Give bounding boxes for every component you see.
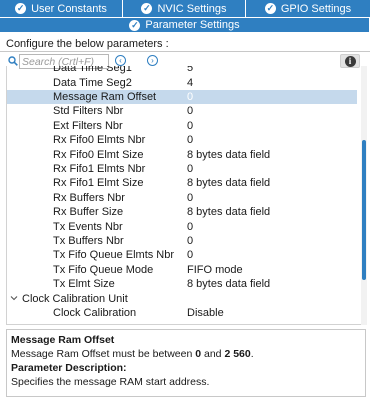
tab-gpio-settings[interactable]: ✓ GPIO Settings — [246, 0, 370, 17]
tab-label: Parameter Settings — [145, 19, 240, 31]
chevron-down-icon[interactable] — [10, 294, 18, 302]
parameter-value[interactable]: 5 — [187, 66, 193, 74]
parameter-value[interactable]: 8 bytes data field — [187, 177, 270, 189]
parameter-value[interactable]: 0 — [187, 91, 193, 103]
chevron-left-icon: ‹ — [119, 55, 122, 65]
tab-bar: ✓ User Constants ✓ NVIC Settings ✓ GPIO … — [0, 0, 370, 17]
parameter-row[interactable]: Data Time Seg2 4 — [7, 75, 357, 89]
parameter-value[interactable]: FIFO mode — [187, 264, 243, 276]
range-and: and — [201, 348, 225, 360]
param-desc-text: Specifies the message RAM start address. — [11, 376, 210, 388]
range-suffix: . — [250, 348, 254, 360]
search-icon[interactable] — [8, 56, 18, 66]
parameter-name: Rx Fifo0 Elmt Size — [53, 148, 144, 161]
description-panel: Message Ram Offset Message Ram Offset mu… — [6, 329, 366, 397]
parameter-value[interactable]: 0 — [187, 105, 193, 117]
parameter-value[interactable]: 0 — [187, 163, 193, 175]
parameter-row[interactable]: Clock Calibration Disable — [7, 306, 357, 320]
parameter-name: Tx Fifo Queue Elmts Nbr — [53, 249, 175, 262]
tab-label: User Constants — [31, 2, 107, 15]
parameter-value[interactable]: 4 — [187, 77, 193, 89]
check-icon: ✓ — [141, 3, 153, 14]
parameter-name: Rx Buffer Size — [53, 206, 124, 219]
tab-bar-row2: ✓ Parameter Settings — [0, 17, 370, 32]
description-range: Message Ram Offset must be between 0 and… — [11, 347, 361, 361]
scrollbar-thumb[interactable] — [362, 140, 366, 280]
parameter-name: Tx Fifo Queue Mode — [53, 263, 154, 276]
parameter-name: Rx Fifo1 Elmts Nbr — [53, 162, 146, 175]
parameter-name: Ext Filters Nbr — [53, 119, 123, 132]
parameter-name: Rx Fifo1 Elmt Size — [53, 177, 144, 190]
parameter-value[interactable]: 0 — [187, 192, 193, 204]
group-row[interactable]: Clock Calibration Unit — [7, 291, 357, 305]
parameter-value[interactable]: 0 — [187, 120, 193, 132]
description-title: Message Ram Offset — [11, 334, 115, 346]
parameter-row[interactable]: Data Time Seg1 5 — [7, 66, 357, 75]
previous-match-button[interactable]: ‹ — [115, 55, 126, 66]
parameter-row[interactable]: Rx Buffer Size 8 bytes data field — [7, 205, 357, 219]
parameter-value[interactable]: 0 — [187, 221, 193, 233]
parameter-value[interactable]: 0 — [187, 134, 193, 146]
parameter-row[interactable]: Tx Buffers Nbr 0 — [7, 234, 357, 248]
tab-label: GPIO Settings — [280, 2, 352, 15]
tab-nvic-settings[interactable]: ✓ NVIC Settings — [123, 0, 246, 17]
parameter-name: Message Ram Offset — [53, 90, 157, 103]
tab-parameter-settings[interactable]: ✓ Parameter Settings — [0, 17, 370, 32]
next-match-button[interactable]: › — [147, 55, 158, 66]
parameter-row[interactable]: Tx Elmt Size 8 bytes data field — [7, 277, 357, 291]
parameter-row[interactable]: Rx Buffers Nbr 0 — [7, 191, 357, 205]
parameter-name: Rx Fifo0 Elmts Nbr — [53, 134, 146, 147]
parameter-row[interactable]: Tx Events Nbr 0 — [7, 219, 357, 233]
chevron-right-icon: › — [151, 55, 154, 65]
parameter-value[interactable]: 8 bytes data field — [187, 149, 270, 161]
parameter-row[interactable]: Message Ram Offset 0 — [7, 89, 357, 105]
group-label: Clock Calibration Unit — [22, 292, 128, 305]
parameter-value[interactable]: 0 — [187, 235, 193, 247]
parameter-row[interactable]: Ext Filters Nbr 0 — [7, 119, 357, 133]
config-instruction: Configure the below parameters : — [6, 38, 169, 50]
parameter-row[interactable]: Rx Fifo1 Elmts Nbr 0 — [7, 162, 357, 176]
range-prefix: Message Ram Offset must be between — [11, 348, 196, 360]
parameter-name: Std Filters Nbr — [53, 105, 124, 118]
range-max: 2 560 — [224, 348, 251, 360]
parameter-name: Data Time Seg2 — [53, 76, 132, 89]
parameter-value[interactable]: 0 — [187, 249, 193, 261]
param-desc-title: Parameter Description: — [11, 362, 127, 374]
parameter-row[interactable]: Tx Fifo Queue Elmts Nbr 0 — [7, 248, 357, 262]
check-icon: ✓ — [264, 3, 276, 14]
parameter-value[interactable]: Disable — [187, 307, 224, 319]
parameter-row[interactable]: Rx Fifo1 Elmt Size 8 bytes data field — [7, 176, 357, 190]
tab-label: NVIC Settings — [157, 2, 227, 15]
parameter-row[interactable]: Rx Fifo0 Elmts Nbr 0 — [7, 133, 357, 147]
parameter-value[interactable]: 8 bytes data field — [187, 206, 270, 218]
parameter-row[interactable]: Rx Fifo0 Elmt Size 8 bytes data field — [7, 147, 357, 161]
parameter-name: Data Time Seg1 — [53, 66, 132, 75]
parameter-tree: Data Time Seg1 5 Data Time Seg2 4 Message Ra… — [6, 66, 364, 325]
parameter-row[interactable]: Std Filters Nbr 0 — [7, 104, 357, 118]
parameter-row[interactable]: Tx Fifo Queue Mode FIFO mode — [7, 263, 357, 277]
tab-user-constants[interactable]: ✓ User Constants — [0, 0, 123, 17]
parameter-name: Tx Elmt Size — [53, 278, 115, 291]
check-icon: ✓ — [15, 3, 27, 14]
parameter-value[interactable]: 8 bytes data field — [187, 278, 270, 290]
parameter-name: Clock Calibration — [53, 306, 137, 319]
parameter-name: Rx Buffers Nbr — [53, 191, 125, 204]
parameter-name: Tx Events Nbr — [53, 220, 123, 233]
info-icon: i — [344, 55, 356, 67]
check-icon: ✓ — [129, 19, 141, 31]
parameter-name: Tx Buffers Nbr — [53, 234, 124, 247]
